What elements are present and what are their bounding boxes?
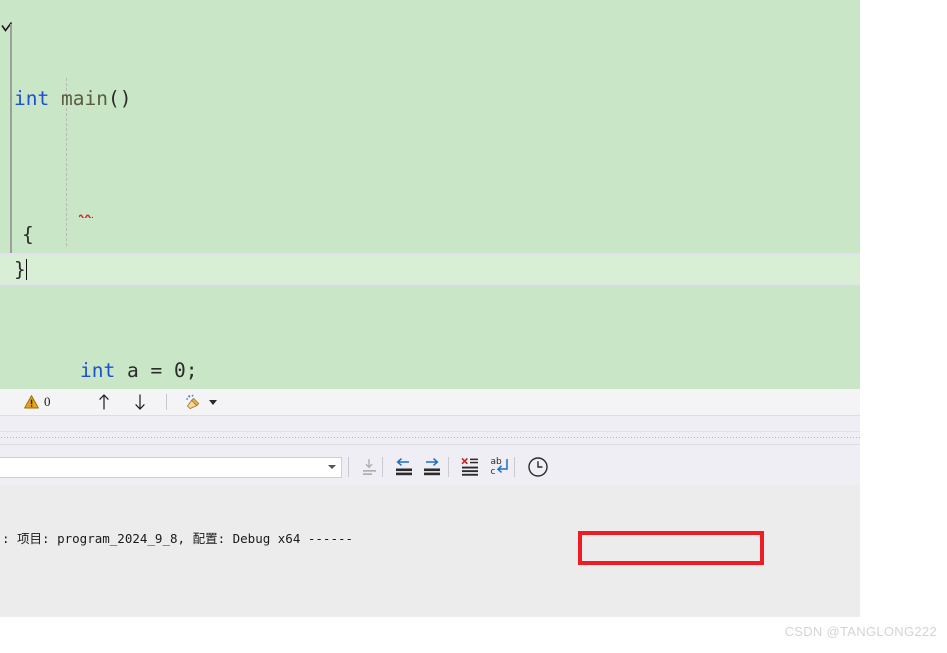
chevron-down-icon[interactable] — [328, 465, 336, 469]
code-token: ; — [185, 359, 198, 382]
code-editor[interactable]: int main() { int a = 0; const int * p = … — [0, 0, 860, 389]
block-structure-guide — [10, 24, 12, 276]
previous-message-icon — [396, 458, 412, 476]
code-lines: int main() { int a = 0; const int * p = … — [14, 14, 385, 389]
next-item-button[interactable] — [133, 389, 147, 415]
code-token: { — [22, 223, 34, 246]
go-to-message-icon — [363, 459, 376, 475]
code-line-2: { — [14, 218, 385, 252]
toolbar-separator — [448, 457, 449, 477]
error-list-toolbar[interactable]: 0 — [0, 389, 860, 416]
code-token: int — [14, 87, 50, 110]
clear-messages-button[interactable] — [185, 389, 217, 415]
show-timestamps-button[interactable] — [526, 455, 550, 479]
svg-text:c: c — [491, 467, 496, 477]
code-token: main — [60, 87, 108, 110]
toggle-word-wrap-icon: ab c — [491, 457, 508, 477]
clear-all-button[interactable] — [458, 455, 482, 479]
next-message-icon — [424, 458, 440, 476]
error-list-body — [0, 416, 860, 432]
code-line-1: int main() — [14, 82, 385, 116]
code-token: a = — [115, 359, 174, 382]
arrow-down-icon — [135, 394, 145, 410]
warning-triangle-icon — [24, 395, 39, 409]
code-token: int — [80, 359, 116, 382]
clear-all-icon — [461, 457, 478, 476]
toggle-word-wrap-button[interactable]: ab c — [488, 455, 512, 479]
error-annotation-box — [578, 531, 764, 565]
output-line-blank — [2, 589, 687, 609]
code-token: () — [107, 87, 132, 110]
current-line-highlight — [0, 253, 860, 285]
warning-filter-button[interactable]: 0 — [24, 389, 51, 415]
code-token: 0 — [173, 359, 186, 382]
arrow-up-icon — [99, 394, 109, 410]
splitter-grip[interactable] — [0, 436, 860, 440]
code-token: } — [14, 258, 26, 281]
toolbar-separator — [348, 457, 349, 477]
show-timestamps-icon — [528, 457, 548, 477]
toolbar-separator — [382, 457, 383, 477]
previous-message-button[interactable] — [392, 455, 416, 479]
svg-text:ab: ab — [491, 457, 503, 467]
current-line-content: } — [14, 255, 27, 284]
watermark: CSDN @TANGLONG222 — [784, 624, 937, 639]
toolbar-separator — [514, 457, 515, 477]
output-source-select[interactable] — [0, 457, 342, 478]
previous-item-button[interactable] — [97, 389, 111, 415]
toolbar-separator — [166, 394, 167, 410]
code-line-3: int a = 0; — [14, 354, 385, 388]
broom-icon — [186, 394, 200, 409]
warning-count: 0 — [44, 394, 51, 409]
text-caret — [25, 259, 27, 280]
error-squiggle-icon — [79, 214, 93, 218]
go-to-message-button[interactable] — [358, 455, 382, 479]
chevron-down-icon[interactable] — [209, 399, 217, 405]
next-message-button[interactable] — [420, 455, 444, 479]
